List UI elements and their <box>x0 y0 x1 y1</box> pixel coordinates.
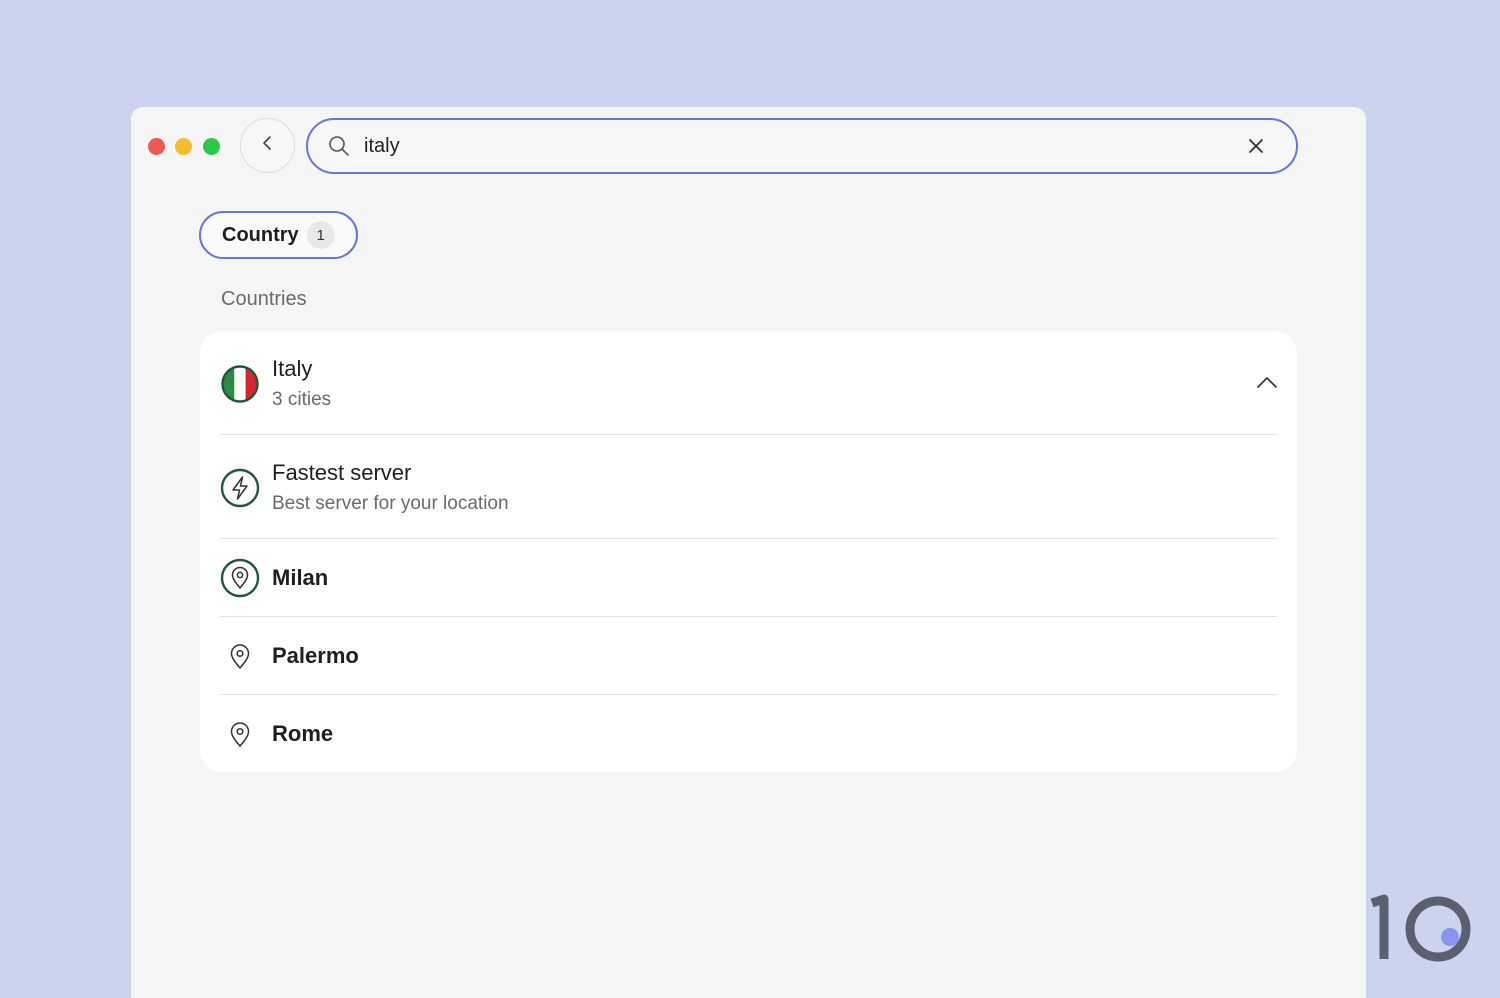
chip-label: Country <box>222 223 299 246</box>
chip-count-badge: 1 <box>306 221 335 249</box>
divider <box>220 538 1277 539</box>
close-icon[interactable] <box>1244 134 1268 158</box>
divider <box>220 616 1277 617</box>
city-name: Palermo <box>272 643 359 668</box>
city-row-palermo[interactable]: Palermo <box>220 636 1277 676</box>
window-close-button[interactable] <box>148 138 165 155</box>
map-pin-icon <box>220 636 260 676</box>
fastest-server-title: Fastest server <box>272 460 412 485</box>
italy-flag-icon <box>220 364 260 404</box>
back-button[interactable] <box>240 118 295 173</box>
chevron-left-icon <box>260 135 276 156</box>
city-name: Milan <box>272 565 329 590</box>
country-row-italy[interactable]: Italy 3 cities <box>220 356 1277 411</box>
app-window: Country 1 Countries Italy 3 cities <box>131 107 1366 998</box>
lightning-bolt-icon <box>220 468 260 508</box>
country-name: Italy <box>272 356 313 381</box>
window-maximize-button[interactable] <box>203 138 220 155</box>
window-minimize-button[interactable] <box>175 138 192 155</box>
search-bar <box>306 118 1298 174</box>
chevron-up-icon[interactable] <box>1255 370 1279 394</box>
divider <box>220 434 1277 435</box>
section-title: Countries <box>221 288 307 310</box>
city-name: Rome <box>272 721 334 746</box>
fastest-server-row[interactable]: Fastest server Best server for your loca… <box>220 460 1277 515</box>
search-icon <box>328 134 352 158</box>
city-row-rome[interactable]: Rome <box>220 714 1277 754</box>
fastest-server-subtitle: Best server for your location <box>272 493 509 514</box>
country-city-count: 3 cities <box>272 389 332 410</box>
city-row-milan[interactable]: Milan <box>220 558 1277 598</box>
map-pin-icon <box>220 558 260 598</box>
search-input[interactable] <box>364 120 1244 172</box>
country-filter-chip[interactable]: Country 1 <box>199 211 358 259</box>
map-pin-icon <box>220 714 260 754</box>
divider <box>220 694 1277 695</box>
results-card: Italy 3 cities Fastest server Best serve… <box>200 331 1297 772</box>
brand-logo <box>1368 893 1478 965</box>
